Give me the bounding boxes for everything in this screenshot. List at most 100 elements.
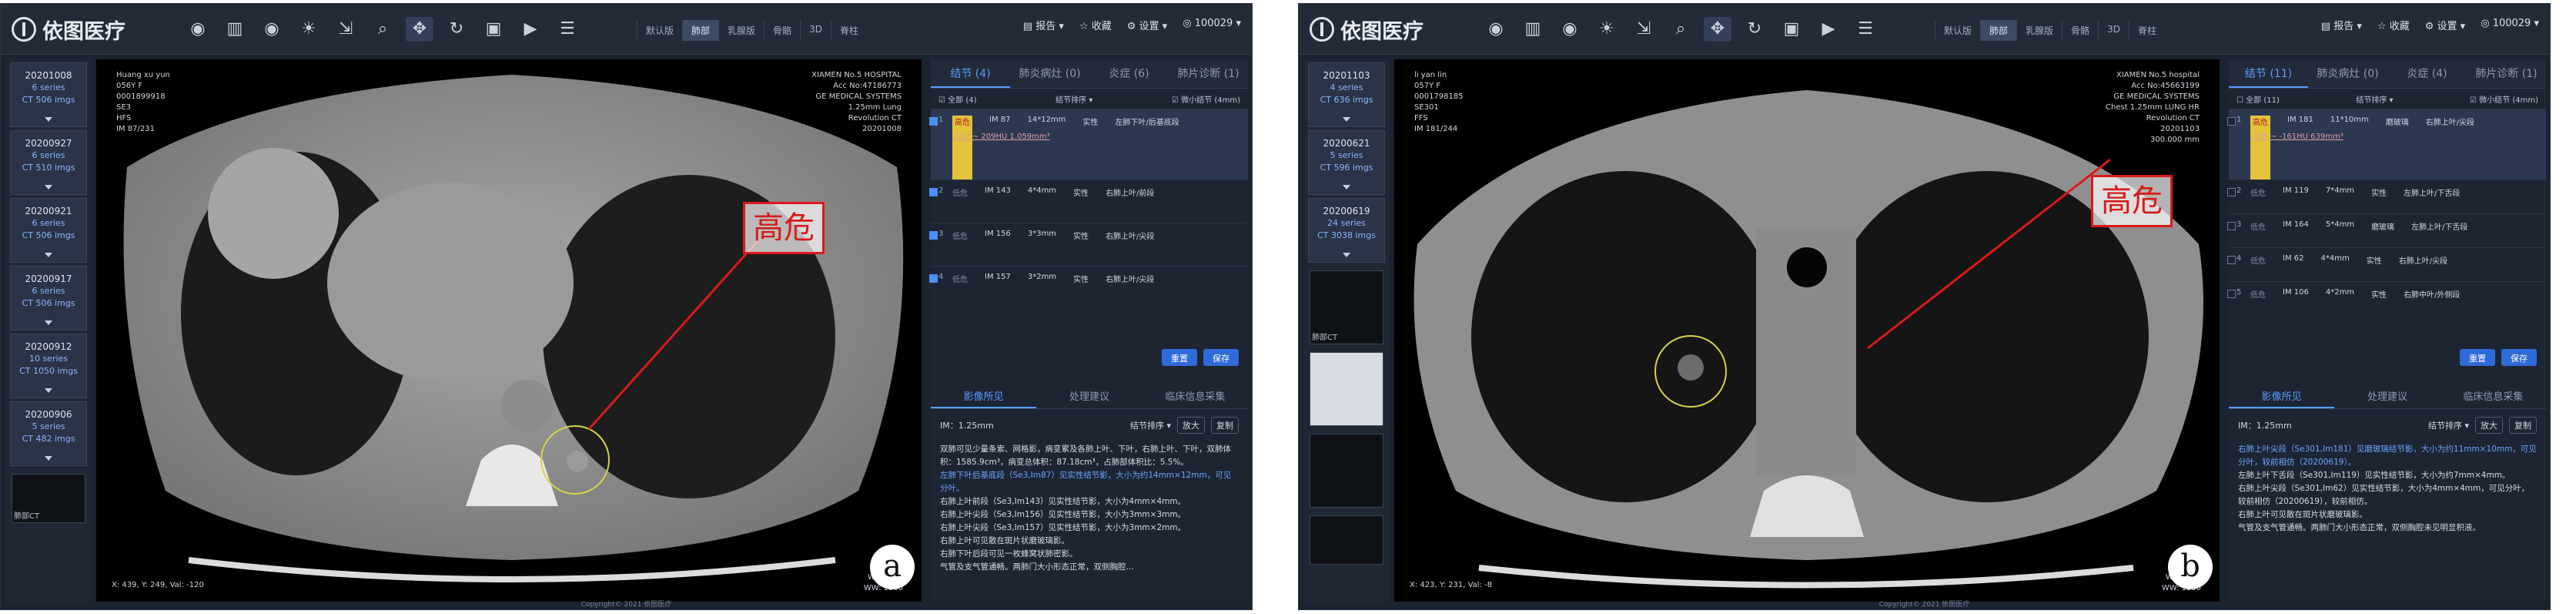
tab-findings[interactable]: 影像所见: [2229, 383, 2335, 408]
study-item[interactable]: 20201008 6 series CT 506 imgs: [10, 62, 87, 127]
nodule-checkbox[interactable]: [929, 274, 938, 283]
filter-all[interactable]: ☐ 全部 (11): [2236, 93, 2280, 105]
play-icon[interactable]: ▶: [1815, 17, 1842, 42]
filter-micro[interactable]: ☑ 微小结节 (4mm): [1172, 93, 1240, 105]
mode-breast[interactable]: 乳腺版: [2016, 20, 2062, 41]
tab-suggestions[interactable]: 处理建议: [1036, 383, 1142, 408]
nodule-checkbox[interactable]: [2227, 256, 2236, 264]
user-menu[interactable]: ◎ 100029 ▾: [1183, 18, 1241, 32]
eye-icon[interactable]: ◉: [1556, 17, 1584, 42]
layout-icon[interactable]: ▥: [221, 17, 249, 42]
play-icon[interactable]: ▶: [517, 17, 544, 42]
nodule-row[interactable]: 1 高危 IM 87 14*12mm 实性 左肺下叶/后基底段 -157 ~ 2…: [929, 109, 1248, 180]
copy-button[interactable]: 复制: [1211, 417, 1239, 434]
enlarge-button[interactable]: 放大: [2475, 417, 2503, 434]
nodule-row[interactable]: 4 低危 IM 62 4*4mm 实性 右肺上叶/尖段: [2227, 247, 2546, 281]
mode-default[interactable]: 默认版: [637, 20, 682, 41]
target-icon[interactable]: ◉: [1482, 17, 1510, 42]
nodule-checkbox[interactable]: [929, 231, 938, 240]
mode-spine[interactable]: 脊柱: [2128, 20, 2165, 41]
enlarge-button[interactable]: 放大: [1177, 417, 1205, 434]
study-item[interactable]: 20200906 5 series CT 482 imgs: [10, 401, 87, 466]
nodule-row[interactable]: 1 高危 IM 181 11*10mm 磨玻璃 右肺上叶/尖段 -795 ~ -…: [2227, 109, 2546, 180]
filter-all[interactable]: ☑ 全部 (4): [938, 93, 977, 105]
settings-icon[interactable]: ☰: [554, 17, 581, 42]
save-button[interactable]: 保存: [2501, 349, 2537, 366]
filter-micro[interactable]: ☑ 微小结节 (4mm): [2470, 93, 2538, 105]
mode-bone[interactable]: 骨骼: [764, 20, 800, 41]
chevron-down-icon[interactable]: [1343, 253, 1350, 257]
save-icon[interactable]: ▣: [1778, 17, 1805, 42]
mode-bone[interactable]: 骨骼: [2062, 20, 2098, 41]
rotate-icon[interactable]: ↻: [443, 17, 470, 42]
brightness-icon[interactable]: ☀: [295, 17, 323, 42]
nodule-row[interactable]: 5 低危 IM 106 4*2mm 实性 右肺中叶/外侧段: [2227, 281, 2546, 315]
tab-nodules[interactable]: 结节 (4): [931, 59, 1010, 88]
filter-sort[interactable]: 结节排序 ▾: [2356, 93, 2393, 105]
order-select[interactable]: 结节排序 ▾: [2428, 419, 2469, 431]
mode-3d[interactable]: 3D: [2098, 20, 2129, 41]
mode-lung[interactable]: 肺部: [1980, 20, 2017, 41]
measure-icon[interactable]: ⇲: [332, 17, 360, 42]
study-item[interactable]: 20200619 24 series CT 3038 imgs: [1308, 198, 1385, 263]
mode-default[interactable]: 默认版: [1935, 20, 1980, 41]
layout-icon[interactable]: ▥: [1519, 17, 1547, 42]
study-item[interactable]: 20200912 10 series CT 1050 imgs: [10, 334, 87, 398]
chevron-down-icon[interactable]: [1343, 185, 1350, 190]
brightness-icon[interactable]: ☀: [1593, 17, 1621, 42]
mode-breast[interactable]: 乳腺版: [718, 20, 764, 41]
reset-button[interactable]: 重置: [2460, 349, 2495, 366]
series-thumbnail[interactable]: [1310, 515, 1383, 565]
reset-button[interactable]: 重置: [1162, 349, 1197, 366]
zoom-icon[interactable]: ⌕: [1667, 17, 1694, 42]
study-item[interactable]: 20200621 5 series CT 596 imgs: [1308, 130, 1385, 195]
save-icon[interactable]: ▣: [480, 17, 507, 42]
zoom-icon[interactable]: ⌕: [369, 17, 396, 42]
mode-spine[interactable]: 脊柱: [830, 20, 867, 41]
copy-button[interactable]: 复制: [2509, 417, 2537, 434]
user-menu[interactable]: ◎ 100029 ▾: [2481, 18, 2539, 32]
nodule-checkbox[interactable]: [929, 117, 938, 126]
pan-icon[interactable]: ✥: [406, 17, 433, 42]
chevron-down-icon[interactable]: [45, 253, 52, 257]
rotate-icon[interactable]: ↻: [1741, 17, 1768, 42]
nodule-row[interactable]: 2 低危 IM 119 7*4mm 实性 左肺上叶/下舌段: [2227, 180, 2546, 213]
mode-3d[interactable]: 3D: [800, 20, 831, 41]
report-text[interactable]: 双肺可见少量条索、网格影，病变累及各肺上叶、下叶，右肺上叶、下叶，双肺体积：15…: [940, 443, 1239, 574]
tab-suggestions[interactable]: 处理建议: [2334, 383, 2440, 408]
nodule-checkbox[interactable]: [2227, 222, 2236, 230]
target-icon[interactable]: ◉: [184, 17, 212, 42]
settings-menu[interactable]: ⚙ 设置 ▾: [2425, 18, 2465, 32]
report-menu[interactable]: ▤ 报告 ▾: [1023, 18, 1064, 32]
chevron-down-icon[interactable]: [45, 320, 52, 325]
study-item[interactable]: 20201103 4 series CT 636 imgs: [1308, 62, 1385, 127]
chevron-down-icon[interactable]: [45, 117, 52, 122]
nodule-row[interactable]: 2 低危 IM 143 4*4mm 实性 右肺上叶/前段: [929, 180, 1248, 223]
save-button[interactable]: 保存: [1203, 349, 1239, 366]
study-item[interactable]: 20200921 6 series CT 506 imgs: [10, 198, 87, 263]
nodule-row[interactable]: 3 低危 IM 164 5*4mm 磨玻璃 左肺上叶/下舌段: [2227, 213, 2546, 247]
chevron-down-icon[interactable]: [45, 185, 52, 190]
order-select[interactable]: 结节排序 ▾: [1130, 419, 1171, 431]
tab-inflammation[interactable]: 炎症 (4): [2387, 59, 2467, 88]
tab-clinical-info[interactable]: 临床信息采集: [1142, 383, 1248, 408]
nodule-row[interactable]: 3 低危 IM 156 3*3mm 实性 右肺上叶/尖段: [929, 223, 1248, 266]
chevron-down-icon[interactable]: [1343, 117, 1350, 122]
filter-sort[interactable]: 结节排序 ▾: [1055, 93, 1092, 105]
report-menu[interactable]: ▤ 报告 ▾: [2321, 18, 2362, 32]
measure-icon[interactable]: ⇲: [1630, 17, 1658, 42]
settings-menu[interactable]: ⚙ 设置 ▾: [1127, 18, 1167, 32]
nodule-row[interactable]: 4 低危 IM 157 3*2mm 实性 右肺上叶/尖段: [929, 266, 1248, 309]
ct-viewport[interactable]: li yan lin 057Y F 0001798185 SE301 FFS I…: [1394, 59, 2220, 602]
nodule-checkbox[interactable]: [929, 188, 938, 196]
favorite-menu[interactable]: ☆ 收藏: [2377, 18, 2410, 32]
tab-diagnosis[interactable]: 肺片诊断 (1): [2467, 59, 2546, 88]
tab-findings[interactable]: 影像所见: [931, 383, 1037, 408]
chevron-down-icon[interactable]: [45, 456, 52, 461]
settings-icon[interactable]: ☰: [1852, 17, 1879, 42]
mode-lung[interactable]: 肺部: [682, 20, 719, 41]
tab-inflammation[interactable]: 炎症 (6): [1089, 59, 1169, 88]
tab-pneumonia[interactable]: 肺炎病灶 (0): [1010, 59, 1089, 88]
tab-pneumonia[interactable]: 肺炎病灶 (0): [2308, 59, 2387, 88]
study-item[interactable]: 20200917 6 series CT 506 imgs: [10, 266, 87, 330]
